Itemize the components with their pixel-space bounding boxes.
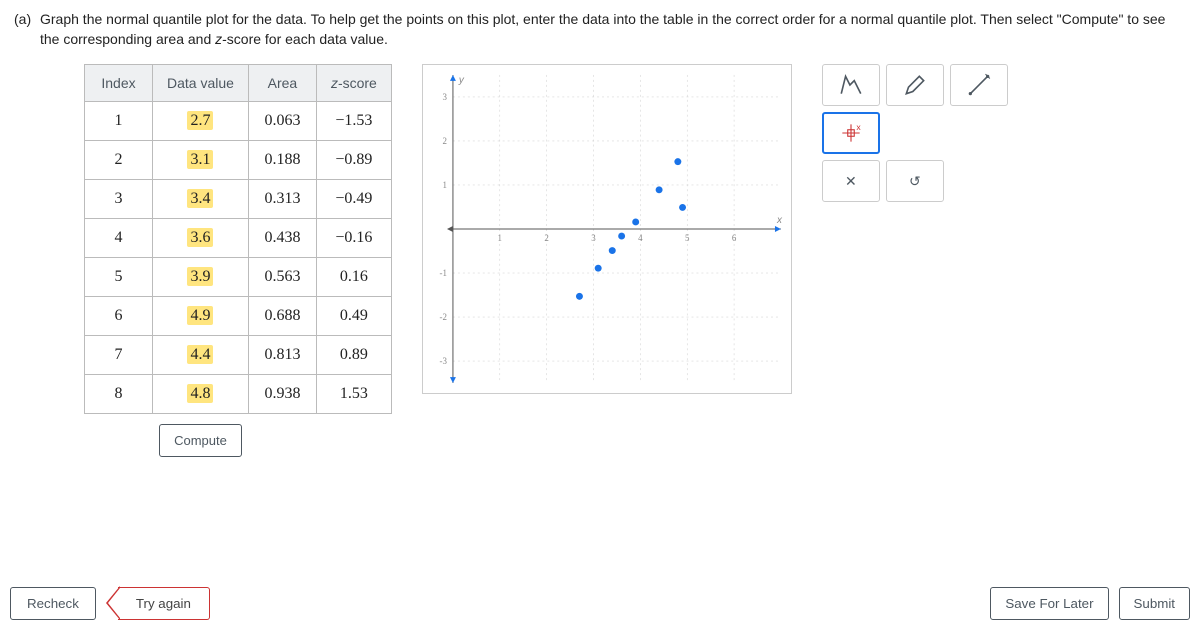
select-tool-icon[interactable]: [822, 64, 880, 106]
header-index: Index: [85, 65, 153, 102]
cell-zscore: 0.49: [316, 297, 391, 336]
cell-zscore: −0.89: [316, 141, 391, 180]
compute-button[interactable]: Compute: [159, 424, 242, 457]
cell-index: 5: [85, 258, 153, 297]
header-area: Area: [248, 65, 316, 102]
tryagain-chevron-icon: [106, 586, 120, 620]
cell-zscore: −1.53: [316, 102, 391, 141]
svg-text:6: 6: [732, 233, 737, 243]
table-header-row: Index Data value Area z-score: [85, 65, 392, 102]
cell-data-value[interactable]: 4.9: [153, 297, 249, 336]
table-row: 7 4.4 0.813 0.89: [85, 336, 392, 375]
footer-bar: Recheck Try again Save For Later Submit: [0, 578, 1200, 628]
cell-area: 0.188: [248, 141, 316, 180]
cell-index: 8: [85, 375, 153, 414]
table-row: 5 3.9 0.563 0.16: [85, 258, 392, 297]
cell-area: 0.688: [248, 297, 316, 336]
svg-text:1: 1: [442, 180, 446, 190]
instruction-text: (a) Graph the normal quantile plot for t…: [0, 0, 1200, 59]
header-data-value: Data value: [153, 65, 249, 102]
svg-text:3: 3: [591, 233, 596, 243]
cell-area: 0.313: [248, 180, 316, 219]
table-row: 3 3.4 0.313 −0.49: [85, 180, 392, 219]
cell-index: 7: [85, 336, 153, 375]
cell-index: 3: [85, 180, 153, 219]
cell-data-value[interactable]: 3.1: [153, 141, 249, 180]
cell-area: 0.563: [248, 258, 316, 297]
table-row: 8 4.8 0.938 1.53: [85, 375, 392, 414]
cell-data-value[interactable]: 4.4: [153, 336, 249, 375]
data-table: Index Data value Area z-score 1 2.7 0.06…: [84, 64, 392, 467]
cell-data-value[interactable]: 4.8: [153, 375, 249, 414]
svg-text:y: y: [458, 75, 465, 86]
cell-data-value[interactable]: 2.7: [153, 102, 249, 141]
cell-area: 0.438: [248, 219, 316, 258]
quantile-plot[interactable]: 1 2 3 4 5 6 -3 -2 -1 1 2 3 x y: [422, 64, 792, 394]
table-row: 1 2.7 0.063 −1.53: [85, 102, 392, 141]
svg-text:2: 2: [544, 233, 548, 243]
cell-area: 0.063: [248, 102, 316, 141]
recheck-button[interactable]: Recheck: [10, 587, 96, 620]
table-row: 2 3.1 0.188 −0.89: [85, 141, 392, 180]
cell-area: 0.813: [248, 336, 316, 375]
svg-text:x: x: [776, 215, 783, 226]
cell-data-value[interactable]: 3.9: [153, 258, 249, 297]
svg-text:x: x: [856, 122, 861, 132]
cell-index: 4: [85, 219, 153, 258]
line-tool-icon[interactable]: [950, 64, 1008, 106]
data-table-wrap: Index Data value Area z-score 1 2.7 0.06…: [84, 64, 392, 467]
cell-index: 1: [85, 102, 153, 141]
cell-zscore: −0.16: [316, 219, 391, 258]
svg-text:-1: -1: [439, 268, 446, 278]
svg-text:4: 4: [638, 233, 643, 243]
cell-zscore: 1.53: [316, 375, 391, 414]
part-label: (a): [14, 10, 31, 30]
undo-tool-icon[interactable]: ↺: [886, 160, 944, 202]
save-for-later-button[interactable]: Save For Later: [990, 587, 1108, 620]
clear-tool-icon[interactable]: ✕: [822, 160, 880, 202]
point-tool-icon[interactable]: x: [822, 112, 880, 154]
instruction-line-2: -score for each data value.: [222, 31, 388, 47]
svg-text:1: 1: [497, 233, 501, 243]
cell-data-value[interactable]: 3.4: [153, 180, 249, 219]
svg-text:-3: -3: [439, 356, 447, 366]
submit-button[interactable]: Submit: [1119, 587, 1190, 620]
cell-zscore: 0.16: [316, 258, 391, 297]
cell-index: 2: [85, 141, 153, 180]
header-zscore: z-score: [316, 65, 391, 102]
cell-data-value[interactable]: 3.6: [153, 219, 249, 258]
svg-text:-2: -2: [439, 312, 446, 322]
cell-index: 6: [85, 297, 153, 336]
drawing-toolbox: x ✕ ↺: [822, 64, 1012, 467]
cell-zscore: −0.49: [316, 180, 391, 219]
cell-zscore: 0.89: [316, 336, 391, 375]
svg-text:2: 2: [442, 136, 446, 146]
try-again-button[interactable]: Try again: [118, 587, 210, 620]
svg-text:3: 3: [442, 92, 447, 102]
instruction-line-1: Graph the normal quantile plot for the d…: [40, 11, 1165, 47]
table-row: 6 4.9 0.688 0.49: [85, 297, 392, 336]
table-row: 4 3.6 0.438 −0.16: [85, 219, 392, 258]
cell-area: 0.938: [248, 375, 316, 414]
pencil-tool-icon[interactable]: [886, 64, 944, 106]
svg-text:5: 5: [685, 233, 690, 243]
compute-row: Compute: [85, 414, 392, 468]
